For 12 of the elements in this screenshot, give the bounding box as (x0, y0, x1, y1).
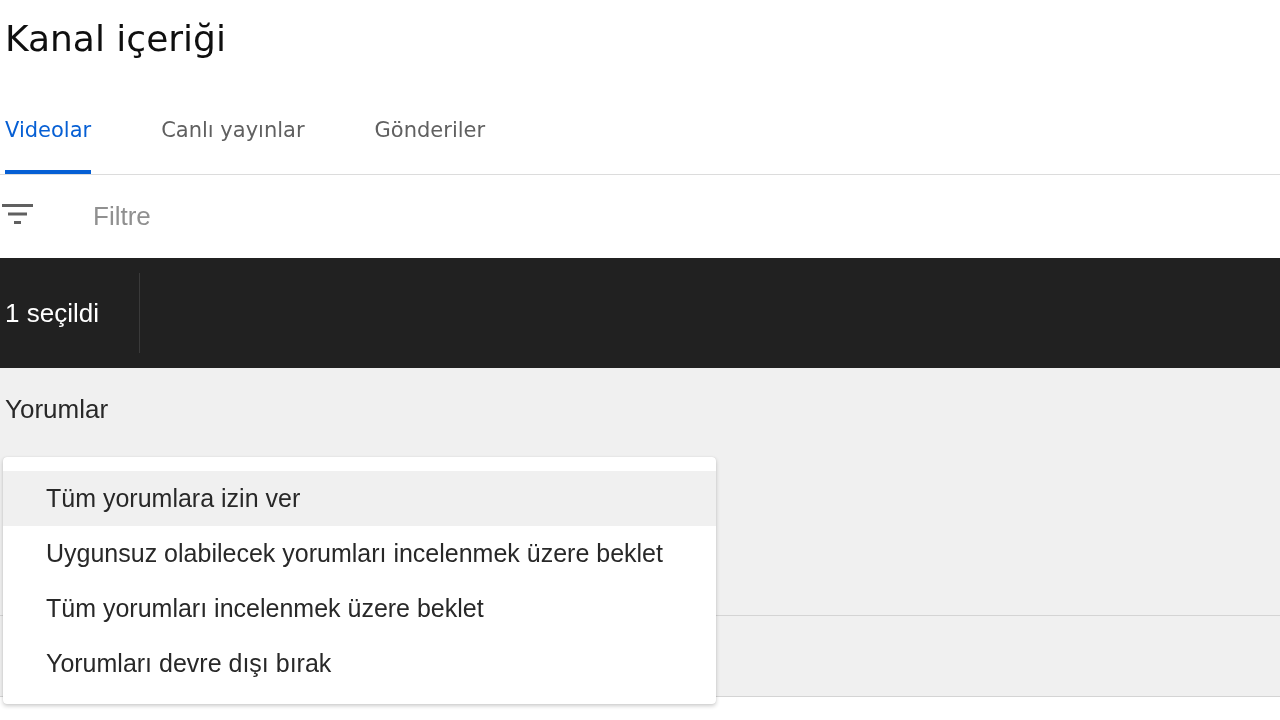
tab[interactable]: Canlı yayınlar (161, 88, 305, 174)
menu-option[interactable]: Yorumları devre dışı bırak (3, 636, 716, 691)
filter-field[interactable]: Filtre (93, 197, 493, 236)
filter-icon[interactable] (2, 203, 33, 224)
selection-count: 1 seçildi (4, 296, 100, 330)
tab[interactable]: Videolar (5, 88, 92, 174)
menu-option[interactable]: Tüm yorumları incelenmek üzere beklet (3, 581, 716, 636)
page-title: Kanal içeriği (4, 17, 227, 61)
menu-option[interactable]: Tüm yorumlara izin ver (3, 471, 716, 526)
field-label: Yorumlar (4, 393, 109, 426)
tab[interactable]: Gönderiler (374, 88, 486, 174)
menu-option[interactable]: Uygunsuz olabilecek yorumları incelenmek üzere beklet (3, 526, 716, 581)
